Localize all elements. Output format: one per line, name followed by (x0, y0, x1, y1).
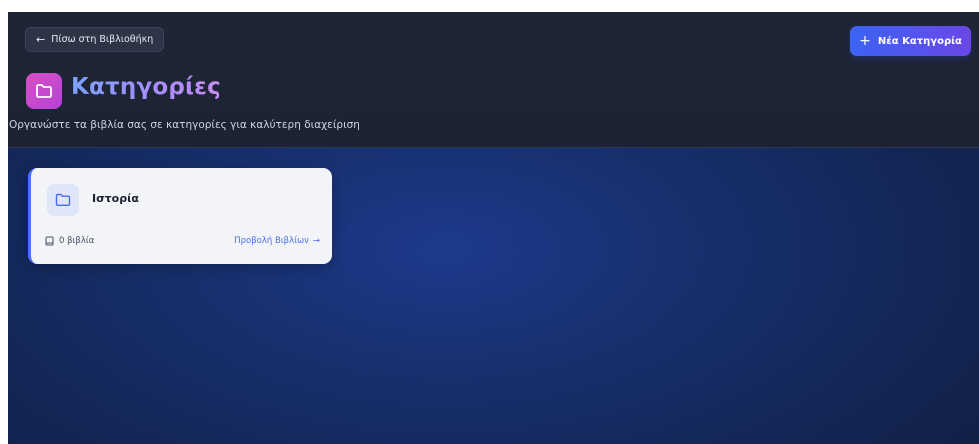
book-count-label: 0 βιβλία (59, 236, 95, 246)
category-name: Ιστορία (92, 192, 139, 205)
book-icon (45, 236, 54, 246)
page-subtitle: Οργανώστε τα βιβλία σας σε κατηγορίες γι… (9, 119, 360, 131)
back-button-label: Πίσω στη Βιβλιοθήκη (51, 34, 154, 45)
page-header: ← Πίσω στη Βιβλιοθήκη + Νέα Κατηγορία Κα… (8, 12, 979, 148)
new-category-label: Νέα Κατηγορία (877, 35, 962, 47)
page-title: Κατηγορίες (71, 74, 222, 100)
view-books-link[interactable]: Προβολή Βιβλίων → (234, 236, 320, 246)
book-count: 0 βιβλία (45, 236, 94, 246)
folder-icon (47, 184, 79, 216)
folder-icon (26, 73, 62, 109)
arrow-left-icon: ← (36, 33, 46, 46)
category-card[interactable]: Ιστορία 0 βιβλία Προβολή Βιβλίων → (28, 168, 332, 264)
view-books-label: Προβολή Βιβλίων (234, 236, 309, 246)
new-category-button[interactable]: + Νέα Κατηγορία (850, 26, 971, 56)
categories-page: ← Πίσω στη Βιβλιοθήκη + Νέα Κατηγορία Κα… (8, 12, 979, 444)
back-to-library-button[interactable]: ← Πίσω στη Βιβλιοθήκη (25, 27, 165, 52)
arrow-right-icon: → (312, 236, 320, 246)
plus-icon: + (859, 33, 871, 49)
